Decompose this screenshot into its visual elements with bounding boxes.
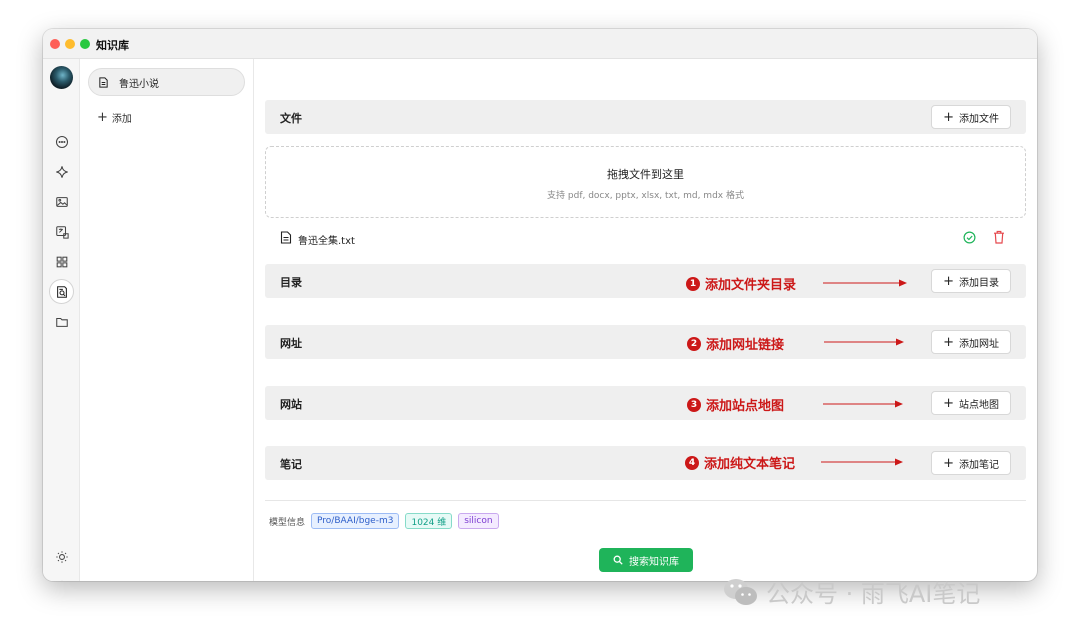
add-note-button[interactable]: + 添加笔记 <box>931 451 1011 475</box>
image-icon[interactable] <box>49 189 74 214</box>
divider <box>265 500 1026 501</box>
model-tag: Pro/BAAI/bge-m3 <box>311 513 400 529</box>
directory-section: 目录 + 添加目录 <box>265 264 1026 298</box>
plus-icon: + <box>943 455 954 471</box>
app-window: 知识库 鲁迅小说 + 添加 文件 + 添加文件 拖拽文件到这里 支持 pdf, … <box>43 29 1037 581</box>
icon-sidebar <box>43 59 80 581</box>
plus-icon: + <box>943 273 954 289</box>
delete-trash-icon[interactable] <box>993 230 1005 244</box>
annotation-3: 3 添加站点地图 <box>687 395 784 414</box>
document-icon <box>99 76 108 88</box>
annotation-text: 添加纯文本笔记 <box>704 457 796 472</box>
add-label: 添加 <box>111 114 132 125</box>
knowledge-base-list: 鲁迅小说 + 添加 <box>80 59 254 581</box>
minimize-window-button[interactable] <box>65 39 75 49</box>
image-translate-icon[interactable] <box>49 219 74 244</box>
sitemap-label: 站点地图 <box>959 399 999 411</box>
search-label: 搜索知识库 <box>629 556 679 568</box>
search-icon <box>613 555 623 565</box>
url-section: 网址 + 添加网址 <box>265 325 1026 359</box>
files-section: 文件 + 添加文件 <box>265 100 1026 134</box>
avatar[interactable] <box>50 66 73 89</box>
add-knowledge-base-button[interactable]: + 添加 <box>97 110 132 125</box>
folder-icon[interactable] <box>49 309 74 334</box>
settings-gear-icon[interactable] <box>49 574 74 581</box>
document-icon <box>280 231 292 244</box>
add-url-label: 添加网址 <box>959 338 999 350</box>
kb-item-luxun-novels[interactable]: 鲁迅小说 <box>88 68 245 96</box>
file-list-item: 鲁迅全集.txt <box>265 227 1026 249</box>
chat-icon[interactable] <box>49 129 74 154</box>
dropzone-subtitle: 支持 pdf, docx, pptx, xlsx, txt, md, mdx 格… <box>547 191 744 201</box>
notes-title: 笔记 <box>280 458 302 471</box>
sitemap-button[interactable]: + 站点地图 <box>931 391 1011 415</box>
arrow-icon <box>824 338 904 346</box>
add-url-button[interactable]: + 添加网址 <box>931 330 1011 354</box>
arrow-icon <box>823 400 903 408</box>
add-directory-label: 添加目录 <box>959 277 999 289</box>
kb-item-label: 鲁迅小说 <box>119 78 159 90</box>
apps-grid-icon[interactable] <box>49 249 74 274</box>
add-file-button[interactable]: + 添加文件 <box>931 105 1011 129</box>
model-info-label: 模型信息 <box>269 517 306 528</box>
wechat-icon <box>724 578 757 605</box>
title-bar: 知识库 <box>43 29 1037 59</box>
dimension-tag: 1024 维 <box>405 513 453 529</box>
website-title: 网站 <box>280 398 302 411</box>
directory-title: 目录 <box>280 276 302 289</box>
watermark-text: 公众号 · 雨飞AI笔记 <box>766 580 981 608</box>
arrow-icon <box>823 279 907 287</box>
model-info: 模型信息 Pro/BAAI/bge-m3 1024 维 silicon <box>269 513 499 529</box>
dropzone-title: 拖拽文件到这里 <box>607 168 684 181</box>
annotation-text: 添加站点地图 <box>706 399 785 414</box>
add-directory-button[interactable]: + 添加目录 <box>931 269 1011 293</box>
annotation-number: 4 <box>685 455 699 470</box>
add-file-label: 添加文件 <box>959 113 999 125</box>
files-title: 文件 <box>280 112 302 125</box>
sparkle-icon[interactable] <box>49 159 74 184</box>
annotation-number: 1 <box>686 276 700 291</box>
knowledge-base-icon[interactable] <box>49 279 74 304</box>
notes-section: 笔记 + 添加笔记 <box>265 446 1026 480</box>
plus-icon: + <box>97 110 108 125</box>
website-section: 网站 + 站点地图 <box>265 386 1026 420</box>
annotation-text: 添加网址链接 <box>706 338 785 353</box>
watermark: 公众号 · 雨飞AI笔记 <box>722 574 980 609</box>
maximize-window-button[interactable] <box>80 39 90 49</box>
file-name: 鲁迅全集.txt <box>298 236 355 247</box>
annotation-number: 2 <box>687 336 701 351</box>
file-dropzone[interactable]: 拖拽文件到这里 支持 pdf, docx, pptx, xlsx, txt, m… <box>265 146 1026 218</box>
annotation-number: 3 <box>687 397 701 412</box>
add-note-label: 添加笔记 <box>959 459 999 471</box>
arrow-icon <box>821 458 903 466</box>
main-content: 文件 + 添加文件 拖拽文件到这里 支持 pdf, docx, pptx, xl… <box>265 59 1037 581</box>
theme-sun-icon[interactable] <box>49 544 74 569</box>
plus-icon: + <box>943 395 954 411</box>
provider-tag: silicon <box>458 513 499 529</box>
url-title: 网址 <box>280 337 302 350</box>
close-window-button[interactable] <box>50 39 60 49</box>
annotation-1: 1 添加文件夹目录 <box>686 274 796 293</box>
annotation-4: 4 添加纯文本笔记 <box>685 453 795 472</box>
window-title: 知识库 <box>96 39 129 52</box>
annotation-2: 2 添加网址链接 <box>687 334 784 353</box>
search-knowledge-base-button[interactable]: 搜索知识库 <box>599 548 693 572</box>
annotation-text: 添加文件夹目录 <box>705 278 797 293</box>
plus-icon: + <box>943 109 954 125</box>
plus-icon: + <box>943 334 954 350</box>
check-circle-icon <box>963 231 976 244</box>
